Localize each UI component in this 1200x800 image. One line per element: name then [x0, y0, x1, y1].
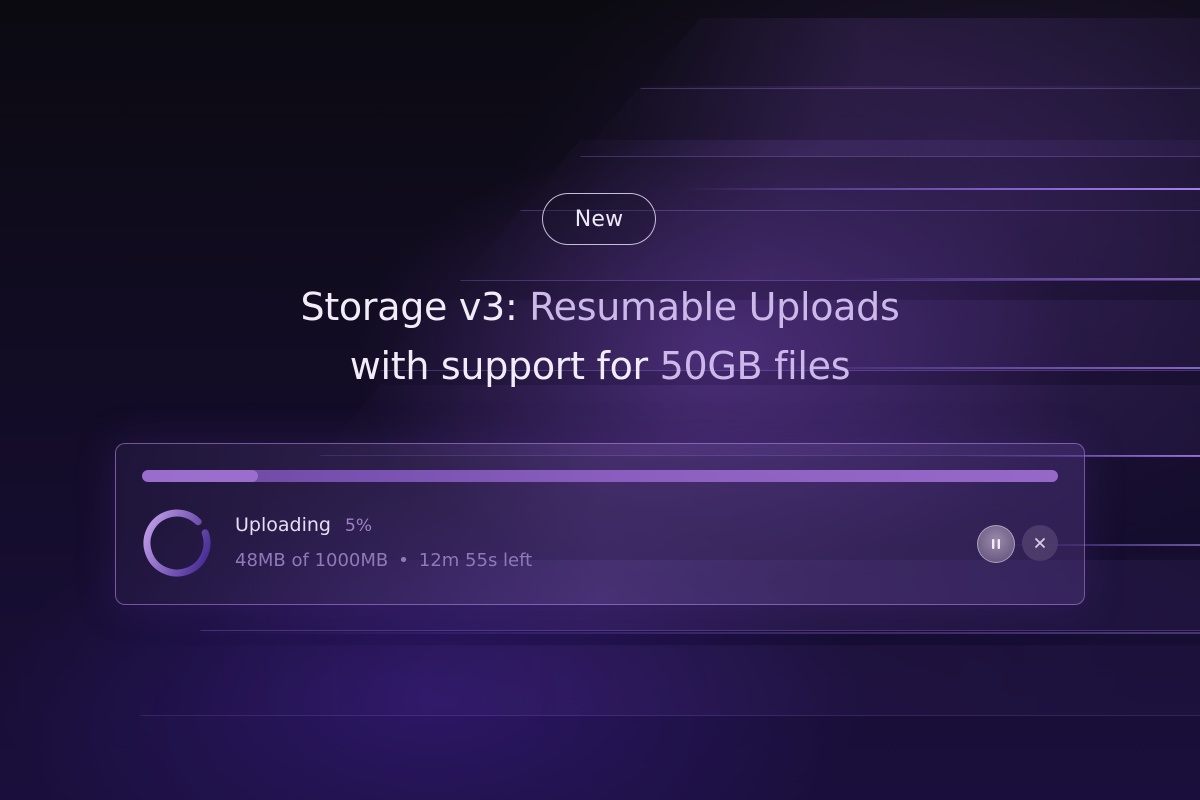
upload-percent: 5% [345, 516, 372, 536]
background-slab [640, 18, 1200, 89]
light-streak [200, 632, 1200, 634]
headline-accent: 50GB files [659, 344, 851, 388]
headline-line-1: Storage v3: Resumable Uploads [0, 277, 1200, 337]
upload-card: Uploading 5% 48MB of 1000MB • 12m 55s left [115, 443, 1085, 605]
upload-details: 48MB of 1000MB • 12m 55s left [235, 550, 532, 571]
headline-main: Storage v3: [300, 285, 518, 329]
headline-main: with support for [349, 344, 648, 388]
progress-bar [142, 470, 1058, 482]
pause-button[interactable] [977, 525, 1015, 563]
separator-dot: • [398, 550, 409, 571]
new-badge: New [542, 193, 656, 245]
pause-icon [992, 539, 1000, 549]
cancel-upload-button[interactable] [1022, 525, 1058, 561]
background-slab [140, 645, 1200, 716]
light-streak [680, 188, 1200, 190]
headline-line-2: with support for 50GB files [0, 336, 1200, 396]
upload-spinner-icon [143, 509, 211, 577]
close-icon [1035, 538, 1045, 548]
progress-bar-fill [142, 470, 258, 482]
upload-status-label: Uploading [235, 514, 331, 536]
headline-accent: Resumable Uploads [529, 285, 900, 329]
transferred-size: 48MB of 1000MB [235, 550, 389, 571]
time-remaining: 12m 55s left [418, 550, 533, 571]
announcement-banner: New Storage v3: Resumable Uploads with s… [0, 0, 1200, 800]
